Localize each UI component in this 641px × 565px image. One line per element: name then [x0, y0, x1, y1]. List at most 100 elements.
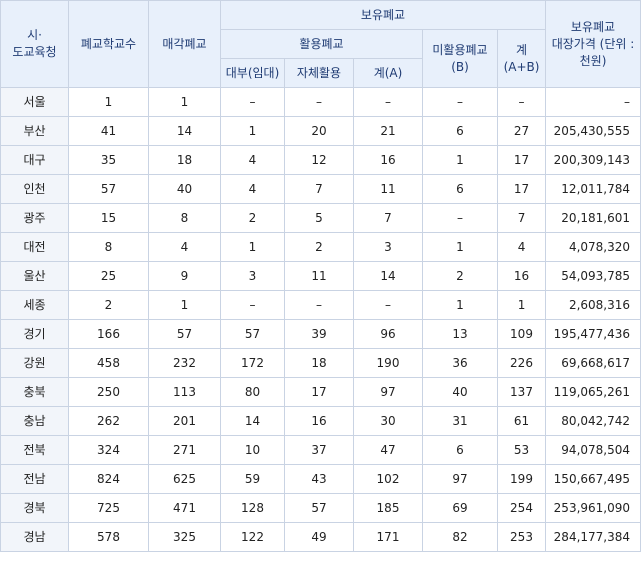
cell-closed: 458 — [68, 348, 149, 378]
cell-sold: 1 — [148, 290, 221, 320]
cell-region: 인천 — [0, 174, 69, 204]
cell-closed: 250 — [68, 377, 149, 407]
cell-subtotal-a: 185 — [353, 493, 423, 523]
header-region: 시· 도교육청 — [0, 0, 69, 88]
header-subtotal-a: 계(A) — [353, 58, 423, 88]
cell-region: 전남 — [0, 464, 69, 494]
cell-region: 부산 — [0, 116, 69, 146]
cell-unused-b: 36 — [422, 348, 498, 378]
table-header: 시· 도교육청 폐교학교수 매각폐교 보유폐교 보유폐교 대장가격 (단위 : … — [0, 0, 641, 88]
cell-self-use: 39 — [284, 319, 354, 349]
header-held: 보유폐교 — [219, 0, 547, 30]
header-utilized: 활용폐교 — [220, 29, 423, 59]
cell-total-ab: 253 — [496, 522, 547, 552]
cell-total-ab: 53 — [496, 435, 547, 465]
cell-book-value: 2,608,316 — [545, 290, 641, 320]
table-row: 서울 1 1– – – – – – — [0, 87, 641, 117]
cell-closed: 824 — [68, 464, 149, 494]
header-unused-label: 미활용폐교 (B) — [432, 42, 488, 74]
table-row: 부산 41 14 1 20 21 6 27 205,430,555 — [0, 116, 641, 146]
cell-book-value: 195,477,436 — [545, 319, 641, 349]
cell-lease: – — [220, 87, 285, 117]
cell-self-use: – — [284, 87, 354, 117]
cell-self-use: 49 — [284, 522, 354, 552]
cell-total-ab: 17 — [496, 145, 547, 175]
cell-sold: 18 — [148, 145, 221, 175]
cell-sold: 9 — [148, 261, 221, 291]
cell-sold: 8 — [148, 203, 221, 233]
cell-lease: 14 — [220, 406, 285, 436]
table-body: 서울 1 1– – – – – – 부산 41 14 1 20 21 6 27 205,430,555 대구 3… — [0, 87, 641, 552]
cell-subtotal-a: 14 — [353, 261, 423, 291]
cell-book-value: 200,309,143 — [545, 145, 641, 175]
cell-self-use: 5 — [284, 203, 354, 233]
cell-sold: 625 — [148, 464, 221, 494]
table-row: 광주 15 8 2 5 7–7 20,181,601 — [0, 203, 641, 233]
table-row: 전남 824 625 59 43 102 97 199 150,667,495 — [0, 464, 641, 494]
cell-self-use: 2 — [284, 232, 354, 262]
cell-unused-b: 1 — [422, 232, 498, 262]
cell-total-ab: – — [496, 87, 547, 117]
cell-self-use: 37 — [284, 435, 354, 465]
cell-total-ab: 27 — [496, 116, 547, 146]
cell-total-ab: 4 — [496, 232, 547, 262]
cell-closed: 41 — [68, 116, 149, 146]
cell-book-value: 253,961,090 — [545, 493, 641, 523]
cell-lease: 57 — [220, 319, 285, 349]
cell-closed: 2 — [68, 290, 149, 320]
cell-self-use: 16 — [284, 406, 354, 436]
cell-region: 경북 — [0, 493, 69, 523]
cell-lease: 1 — [220, 116, 285, 146]
cell-closed: 35 — [68, 145, 149, 175]
cell-self-use: 43 — [284, 464, 354, 494]
cell-subtotal-a: 190 — [353, 348, 423, 378]
cell-closed: 725 — [68, 493, 149, 523]
header-total-ab-label: 계 (A+B) — [503, 42, 540, 74]
cell-subtotal-a: 97 — [353, 377, 423, 407]
cell-lease: – — [220, 290, 285, 320]
cell-region: 울산 — [0, 261, 69, 291]
cell-subtotal-a: – — [353, 87, 423, 117]
cell-region: 전북 — [0, 435, 69, 465]
cell-closed: 15 — [68, 203, 149, 233]
cell-region: 세종 — [0, 290, 69, 320]
cell-sold: 57 — [148, 319, 221, 349]
cell-subtotal-a: 16 — [353, 145, 423, 175]
cell-total-ab: 226 — [496, 348, 547, 378]
cell-unused-b: 6 — [422, 116, 498, 146]
cell-subtotal-a: 21 — [353, 116, 423, 146]
cell-lease: 80 — [220, 377, 285, 407]
cell-subtotal-a: – — [353, 290, 423, 320]
header-sold: 매각폐교 — [148, 0, 221, 88]
cell-region: 서울 — [0, 87, 69, 117]
cell-unused-b: 31 — [422, 406, 498, 436]
cell-lease: 4 — [220, 174, 285, 204]
header-self-use: 자체활용 — [284, 58, 354, 88]
cell-sold: 271 — [148, 435, 221, 465]
cell-total-ab: 254 — [496, 493, 547, 523]
cell-region: 강원 — [0, 348, 69, 378]
cell-book-value: 80,042,742 — [545, 406, 641, 436]
cell-lease: 128 — [220, 493, 285, 523]
cell-sold: 4 — [148, 232, 221, 262]
cell-region: 충남 — [0, 406, 69, 436]
cell-unused-b: 6 — [422, 174, 498, 204]
table-row: 충북 250 113 80 17 97 40 137 119,065,261 — [0, 377, 641, 407]
cell-region: 경기 — [0, 319, 69, 349]
cell-book-value: 54,093,785 — [545, 261, 641, 291]
closed-schools-table: 시· 도교육청 폐교학교수 매각폐교 보유폐교 보유폐교 대장가격 (단위 : … — [0, 0, 641, 552]
cell-region: 대구 — [0, 145, 69, 175]
cell-book-value: 284,177,384 — [545, 522, 641, 552]
cell-sold: 14 — [148, 116, 221, 146]
cell-region: 경남 — [0, 522, 69, 552]
cell-lease: 10 — [220, 435, 285, 465]
cell-sold: 232 — [148, 348, 221, 378]
cell-total-ab: 7 — [496, 203, 547, 233]
table-row: 강원 458 232 172 18 190 36 226 69,668,617 — [0, 348, 641, 378]
table-row: 전북 324 271 10 37 47 6 53 94,078,504 — [0, 435, 641, 465]
cell-book-value: 150,667,495 — [545, 464, 641, 494]
table-row: 충남 262 201 14 16 30 31 61 80,042,742 — [0, 406, 641, 436]
header-region-label: 시· 도교육청 — [12, 28, 57, 59]
cell-lease: 122 — [220, 522, 285, 552]
table-row: 세종 2 1– – –1 1 2,608,316 — [0, 290, 641, 320]
